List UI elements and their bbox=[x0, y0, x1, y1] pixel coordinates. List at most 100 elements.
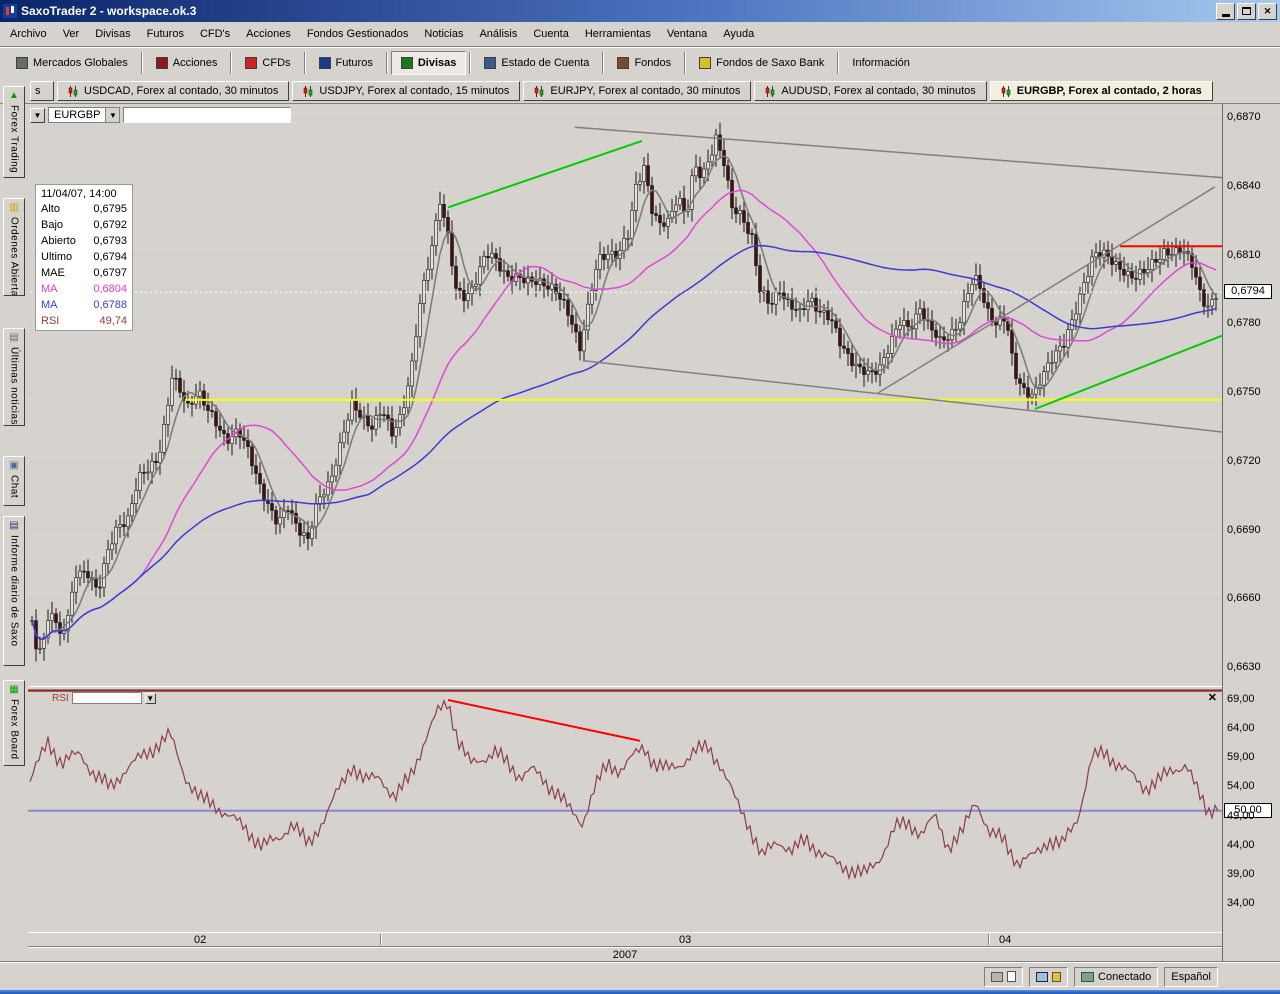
chart-tab-label: EURGBP, Forex al contado, 2 horas bbox=[1017, 85, 1202, 97]
monitor-icon bbox=[1036, 972, 1048, 982]
symbol-input[interactable] bbox=[123, 107, 291, 123]
rsi-indicator-panel[interactable]: RSI ▼ ✕ bbox=[28, 690, 1222, 932]
saxo-funds-icon bbox=[699, 57, 711, 69]
menu-bar: ArchivoVerDivisasFuturosCFD'sAccionesFon… bbox=[0, 22, 1280, 46]
price-axis-label: 0,6870 bbox=[1227, 111, 1261, 123]
chart-menu-button[interactable]: ▼ bbox=[30, 108, 45, 123]
symbol-select[interactable]: EURGBP ▼ bbox=[48, 107, 120, 123]
toolbar-label: CFDs bbox=[262, 57, 290, 69]
menu-ayuda[interactable]: Ayuda bbox=[715, 25, 762, 43]
rsi-axis-label: 44,00 bbox=[1227, 839, 1255, 851]
menu-analisis[interactable]: Análisis bbox=[471, 25, 525, 43]
menu-archivo[interactable]: Archivo bbox=[2, 25, 55, 43]
sidebar-item-label: Últimas noticias bbox=[9, 347, 20, 425]
toolbar-mercados-globales-button[interactable]: Mercados Globales bbox=[6, 51, 138, 75]
tooltip-row-label: RSI bbox=[41, 313, 59, 329]
time-axis-months[interactable]: 020304 bbox=[28, 932, 1222, 947]
chart-tab-eurjpy[interactable]: EURJPY, Forex al contado, 30 minutos bbox=[523, 81, 751, 101]
menu-cfd-s[interactable]: CFD's bbox=[192, 25, 238, 43]
price-axis-label: 0,6780 bbox=[1227, 317, 1261, 329]
chart-tab-eurgbp[interactable]: EURGBP, Forex al contado, 2 horas bbox=[990, 81, 1213, 101]
rsi-select[interactable] bbox=[72, 692, 142, 704]
symbol-bar: ▼ EURGBP ▼ bbox=[30, 107, 291, 123]
sidebar-item-chat[interactable]: ▣Chat bbox=[3, 456, 25, 506]
rsi-chevron-down-icon[interactable]: ▼ bbox=[145, 693, 156, 704]
tooltip-row-bajo: Bajo 0,6792 bbox=[36, 217, 132, 233]
toolbar-fondos-button[interactable]: Fondos bbox=[607, 51, 681, 75]
forex-board-icon: ▦ bbox=[9, 684, 18, 696]
sidebar-item-informe-diario-de-saxo[interactable]: ▤Informe diario de Saxo bbox=[3, 516, 25, 666]
toolbar-futuros-button[interactable]: Futuros bbox=[309, 51, 383, 75]
close-button[interactable]: ✕ bbox=[1258, 3, 1277, 20]
taskbar-edge bbox=[0, 990, 1280, 994]
language-label: Español bbox=[1171, 971, 1211, 983]
toolbar-cfds-button[interactable]: CFDs bbox=[235, 51, 300, 75]
tooltip-row-label: Bajo bbox=[41, 217, 63, 233]
toolbar-fondos-de-saxo-bank-button[interactable]: Fondos de Saxo Bank bbox=[689, 51, 834, 75]
toolbar-separator bbox=[837, 52, 839, 74]
rsi-title: RSI bbox=[52, 693, 69, 704]
chevron-down-icon[interactable]: ▼ bbox=[105, 108, 119, 122]
time-axis[interactable]: 020304 2007 bbox=[28, 932, 1222, 962]
sidebar-item-forex-board[interactable]: ▦Forex Board bbox=[3, 680, 25, 766]
menu-ver[interactable]: Ver bbox=[55, 25, 88, 43]
toolbar-estado-de-cuenta-button[interactable]: Estado de Cuenta bbox=[474, 51, 599, 75]
menu-ventana[interactable]: Ventana bbox=[659, 25, 715, 43]
minimize-button[interactable] bbox=[1216, 3, 1235, 20]
sidebar-item-ordenes-abiertas[interactable]: ▥Ordenes Abiertas bbox=[3, 198, 25, 296]
menu-divisas[interactable]: Divisas bbox=[87, 25, 138, 43]
sidebar-item-forex-trading[interactable]: ▲Forex Trading bbox=[3, 86, 25, 178]
toolbar-label: Mercados Globales bbox=[33, 57, 128, 69]
tooltip-row-value: 0,6797 bbox=[93, 265, 127, 281]
maximize-button[interactable] bbox=[1237, 3, 1256, 20]
toolbar-acciones-button[interactable]: Acciones bbox=[146, 51, 228, 75]
chart-tab-partial[interactable]: s bbox=[30, 81, 54, 101]
toolbar-divisas-button[interactable]: Divisas bbox=[391, 51, 467, 75]
year-label: 2007 bbox=[28, 949, 1222, 961]
tooltip-row-value: 0,6795 bbox=[93, 201, 127, 217]
sidebar-item-ultimas-noticias[interactable]: ▤Últimas noticias bbox=[3, 328, 25, 426]
menu-herramientas[interactable]: Herramientas bbox=[577, 25, 659, 43]
price-axis-label: 0,6840 bbox=[1227, 180, 1261, 192]
chart-tab-label: USDCAD, Forex al contado, 30 minutos bbox=[84, 85, 278, 97]
document-icon bbox=[1007, 971, 1016, 982]
rsi-axis-label: 69,00 bbox=[1227, 693, 1255, 705]
rsi-chart-canvas[interactable] bbox=[28, 690, 1222, 932]
tooltip-row-label: Ultimo bbox=[41, 249, 72, 265]
toolbar-separator bbox=[602, 52, 604, 74]
toolbar-label: Acciones bbox=[173, 57, 218, 69]
candlestick-icon bbox=[1001, 86, 1012, 97]
chart-tab-usdjpy[interactable]: USDJPY, Forex al contado, 15 minutos bbox=[292, 81, 520, 101]
toolbar-label: Información bbox=[852, 57, 909, 69]
tooltip-row-label: MA bbox=[41, 297, 58, 313]
ohlc-tooltip: 11/04/07, 14:00 Alto0,6795Bajo0,6792Abie… bbox=[35, 184, 133, 331]
tooltip-row-value: 0,6792 bbox=[93, 217, 127, 233]
tooltip-row-rsi: RSI49,74 bbox=[36, 313, 132, 329]
chart-tab-strip: s USDCAD, Forex al contado, 30 minutos USD… bbox=[0, 78, 1280, 104]
menu-fondos-gestionados[interactable]: Fondos Gestionados bbox=[299, 25, 417, 43]
tooltip-row-value: 0,6804 bbox=[93, 281, 127, 297]
toolbar-informacion-button[interactable]: Información bbox=[842, 51, 919, 75]
open-orders-icon: ▥ bbox=[9, 202, 18, 214]
tooltip-row-value: 0,6794 bbox=[93, 249, 127, 265]
month-label: 04 bbox=[999, 934, 1011, 946]
chat-icon: ▣ bbox=[9, 460, 18, 472]
rsi-axis-label: 39,00 bbox=[1227, 868, 1255, 880]
chart-tab-audusd[interactable]: AUDUSD, Forex al contado, 30 minutos bbox=[754, 81, 986, 101]
price-chart-panel[interactable]: ▼ EURGBP ▼ 11/04/07, 14:00 Alto0,6795Baj… bbox=[28, 104, 1222, 686]
tooltip-row-mae: MAE0,6797 bbox=[36, 265, 132, 281]
price-axis-label: 0,6690 bbox=[1227, 524, 1261, 536]
toolbar-label: Divisas bbox=[418, 57, 457, 69]
price-axis[interactable]: 0,6794 50,00 0,68700,68400,68100,67800,6… bbox=[1222, 104, 1280, 962]
price-chart-canvas[interactable] bbox=[28, 104, 1222, 686]
printer-icon bbox=[991, 972, 1003, 982]
title-bar[interactable]: SaxoTrader 2 - workspace.ok.3 ✕ bbox=[0, 0, 1280, 22]
menu-noticias[interactable]: Noticias bbox=[416, 25, 471, 43]
candlestick-icon bbox=[303, 86, 314, 97]
menu-acciones[interactable]: Acciones bbox=[238, 25, 299, 43]
chart-tab-usdcad[interactable]: USDCAD, Forex al contado, 30 minutos bbox=[57, 81, 289, 101]
menu-futuros[interactable]: Futuros bbox=[139, 25, 192, 43]
rsi-close-icon[interactable]: ✕ bbox=[1208, 691, 1217, 704]
status-language-panel: Español bbox=[1164, 967, 1218, 987]
menu-cuenta[interactable]: Cuenta bbox=[525, 25, 576, 43]
